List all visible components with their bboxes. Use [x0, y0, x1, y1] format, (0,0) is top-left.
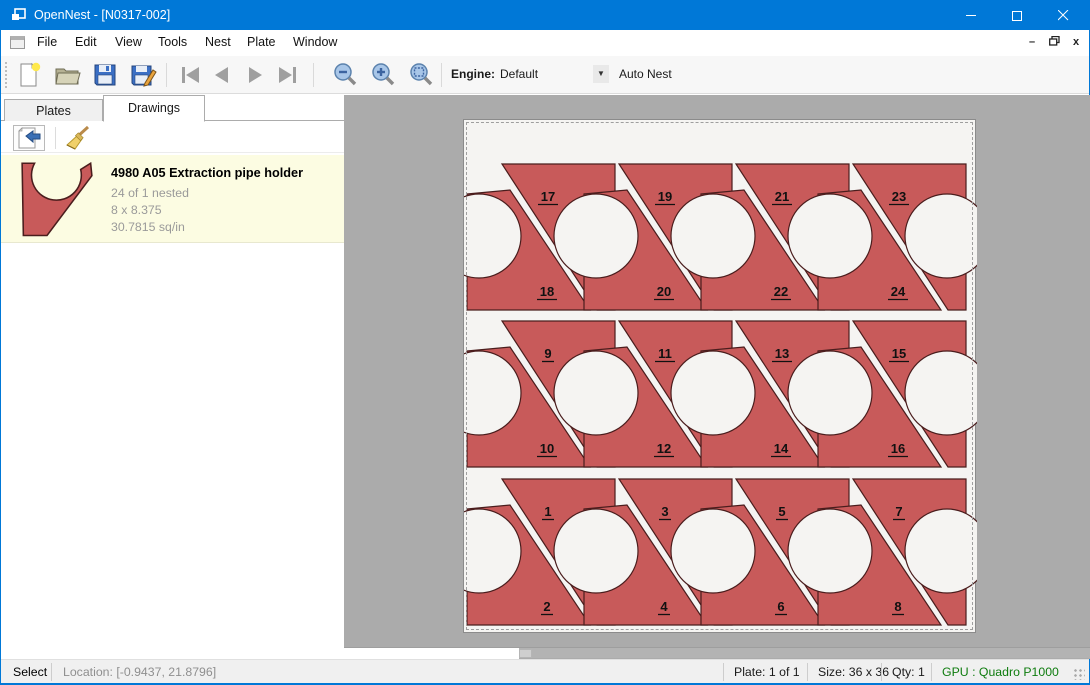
- scrollbar-thumb[interactable]: [519, 649, 532, 658]
- svg-text:8: 8: [894, 599, 901, 614]
- mdi-restore-icon[interactable]: [1047, 36, 1061, 49]
- drawings-panel: Plates Drawings: [1, 95, 344, 659]
- menu-window[interactable]: Window: [293, 35, 337, 49]
- minimize-button[interactable]: [948, 0, 994, 30]
- save-as-icon[interactable]: [129, 61, 157, 89]
- drawings-toolbar: [1, 122, 344, 153]
- title-bar[interactable]: OpenNest - [N0317-002]: [1, 0, 1089, 30]
- menu-bar: File Edit View Tools Nest Plate Window –…: [1, 30, 1089, 56]
- part-thumbnail: [15, 162, 99, 241]
- maximize-button[interactable]: [994, 0, 1040, 30]
- auto-nest-button[interactable]: Auto Nest: [619, 67, 672, 81]
- resize-grip[interactable]: [1073, 668, 1085, 680]
- engine-label: Engine:: [451, 67, 495, 81]
- svg-text:7: 7: [895, 504, 902, 519]
- status-plate: Plate: 1 of 1: [734, 665, 800, 679]
- status-location: Location: [-0.9437, 21.8796]: [63, 665, 216, 679]
- open-folder-icon[interactable]: [53, 61, 81, 89]
- svg-text:19: 19: [658, 189, 672, 204]
- save-icon[interactable]: [91, 61, 119, 89]
- mdi-close-icon[interactable]: x: [1069, 36, 1083, 49]
- new-document-icon[interactable]: [15, 61, 43, 89]
- status-mode: Select: [13, 665, 47, 679]
- mdi-minimize-icon[interactable]: –: [1025, 36, 1039, 49]
- svg-text:23: 23: [892, 189, 906, 204]
- toolbar-grip[interactable]: [4, 61, 8, 89]
- nest-canvas[interactable]: 171819202122232491011121314151612345678: [344, 95, 1090, 659]
- menu-edit[interactable]: Edit: [75, 35, 97, 49]
- zoom-in-icon[interactable]: [369, 61, 397, 89]
- svg-text:4: 4: [660, 599, 668, 614]
- engine-dropdown[interactable]: Default: [500, 67, 538, 81]
- clean-broom-icon[interactable]: [61, 125, 93, 151]
- svg-text:10: 10: [540, 441, 554, 456]
- status-gpu: GPU : Quadro P1000: [942, 665, 1059, 679]
- panel-tabstrip: Plates Drawings: [1, 95, 344, 121]
- svg-text:24: 24: [891, 284, 906, 299]
- nested-parts[interactable]: 171819202122232491011121314151612345678: [464, 120, 977, 634]
- tab-drawings[interactable]: Drawings: [103, 95, 205, 122]
- svg-text:12: 12: [657, 441, 671, 456]
- svg-text:1: 1: [544, 504, 551, 519]
- svg-text:22: 22: [774, 284, 788, 299]
- svg-text:16: 16: [891, 441, 905, 456]
- menu-nest[interactable]: Nest: [205, 35, 231, 49]
- svg-text:6: 6: [777, 599, 784, 614]
- window-title: OpenNest - [N0317-002]: [34, 8, 170, 22]
- svg-text:2: 2: [543, 599, 550, 614]
- panel-horizontal-scrollbar[interactable]: [1, 648, 519, 659]
- status-size: Size: 36 x 36: [818, 665, 889, 679]
- drawing-title: 4980 A05 Extraction pipe holder: [111, 166, 303, 180]
- menu-file[interactable]: File: [37, 35, 57, 49]
- tab-plates[interactable]: Plates: [4, 99, 103, 121]
- menu-tools[interactable]: Tools: [158, 35, 187, 49]
- status-qty: Qty: 1: [892, 665, 925, 679]
- svg-text:21: 21: [775, 189, 789, 204]
- menu-plate[interactable]: Plate: [247, 35, 276, 49]
- engine-dropdown-arrow-icon[interactable]: ▼: [593, 65, 609, 83]
- svg-text:3: 3: [661, 504, 668, 519]
- zoom-out-icon[interactable]: [331, 61, 359, 89]
- drawing-list-item[interactable]: 4980 A05 Extraction pipe holder 24 of 1 …: [1, 155, 344, 243]
- plate[interactable]: 171819202122232491011121314151612345678: [463, 119, 976, 633]
- return-drawing-icon[interactable]: [13, 125, 45, 151]
- go-previous-icon[interactable]: [208, 61, 236, 89]
- svg-text:18: 18: [540, 284, 554, 299]
- svg-text:17: 17: [541, 189, 555, 204]
- go-next-icon[interactable]: [241, 61, 269, 89]
- svg-text:11: 11: [658, 346, 672, 361]
- close-button[interactable]: [1040, 0, 1086, 30]
- go-first-icon[interactable]: [177, 61, 205, 89]
- go-last-icon[interactable]: [273, 61, 301, 89]
- drawing-area: 30.7815 sq/in: [111, 220, 185, 234]
- svg-text:20: 20: [657, 284, 671, 299]
- main-toolbar: Engine: Default ▼ Auto Nest: [1, 56, 1089, 94]
- svg-text:15: 15: [892, 346, 906, 361]
- drawing-nested-count: 24 of 1 nested: [111, 186, 189, 200]
- zoom-extents-icon[interactable]: [407, 61, 435, 89]
- menu-view[interactable]: View: [115, 35, 142, 49]
- svg-text:14: 14: [774, 441, 789, 456]
- svg-text:5: 5: [778, 504, 785, 519]
- mdi-document-icon[interactable]: [10, 36, 25, 49]
- drawing-dimensions: 8 x 8.375: [111, 203, 162, 217]
- app-icon: [11, 7, 27, 26]
- status-bar: Select Location: [-0.9437, 21.8796] Plat…: [1, 659, 1089, 683]
- svg-text:9: 9: [544, 346, 551, 361]
- svg-text:13: 13: [775, 346, 789, 361]
- app-window: OpenNest - [N0317-002] File Edit View To…: [0, 0, 1090, 685]
